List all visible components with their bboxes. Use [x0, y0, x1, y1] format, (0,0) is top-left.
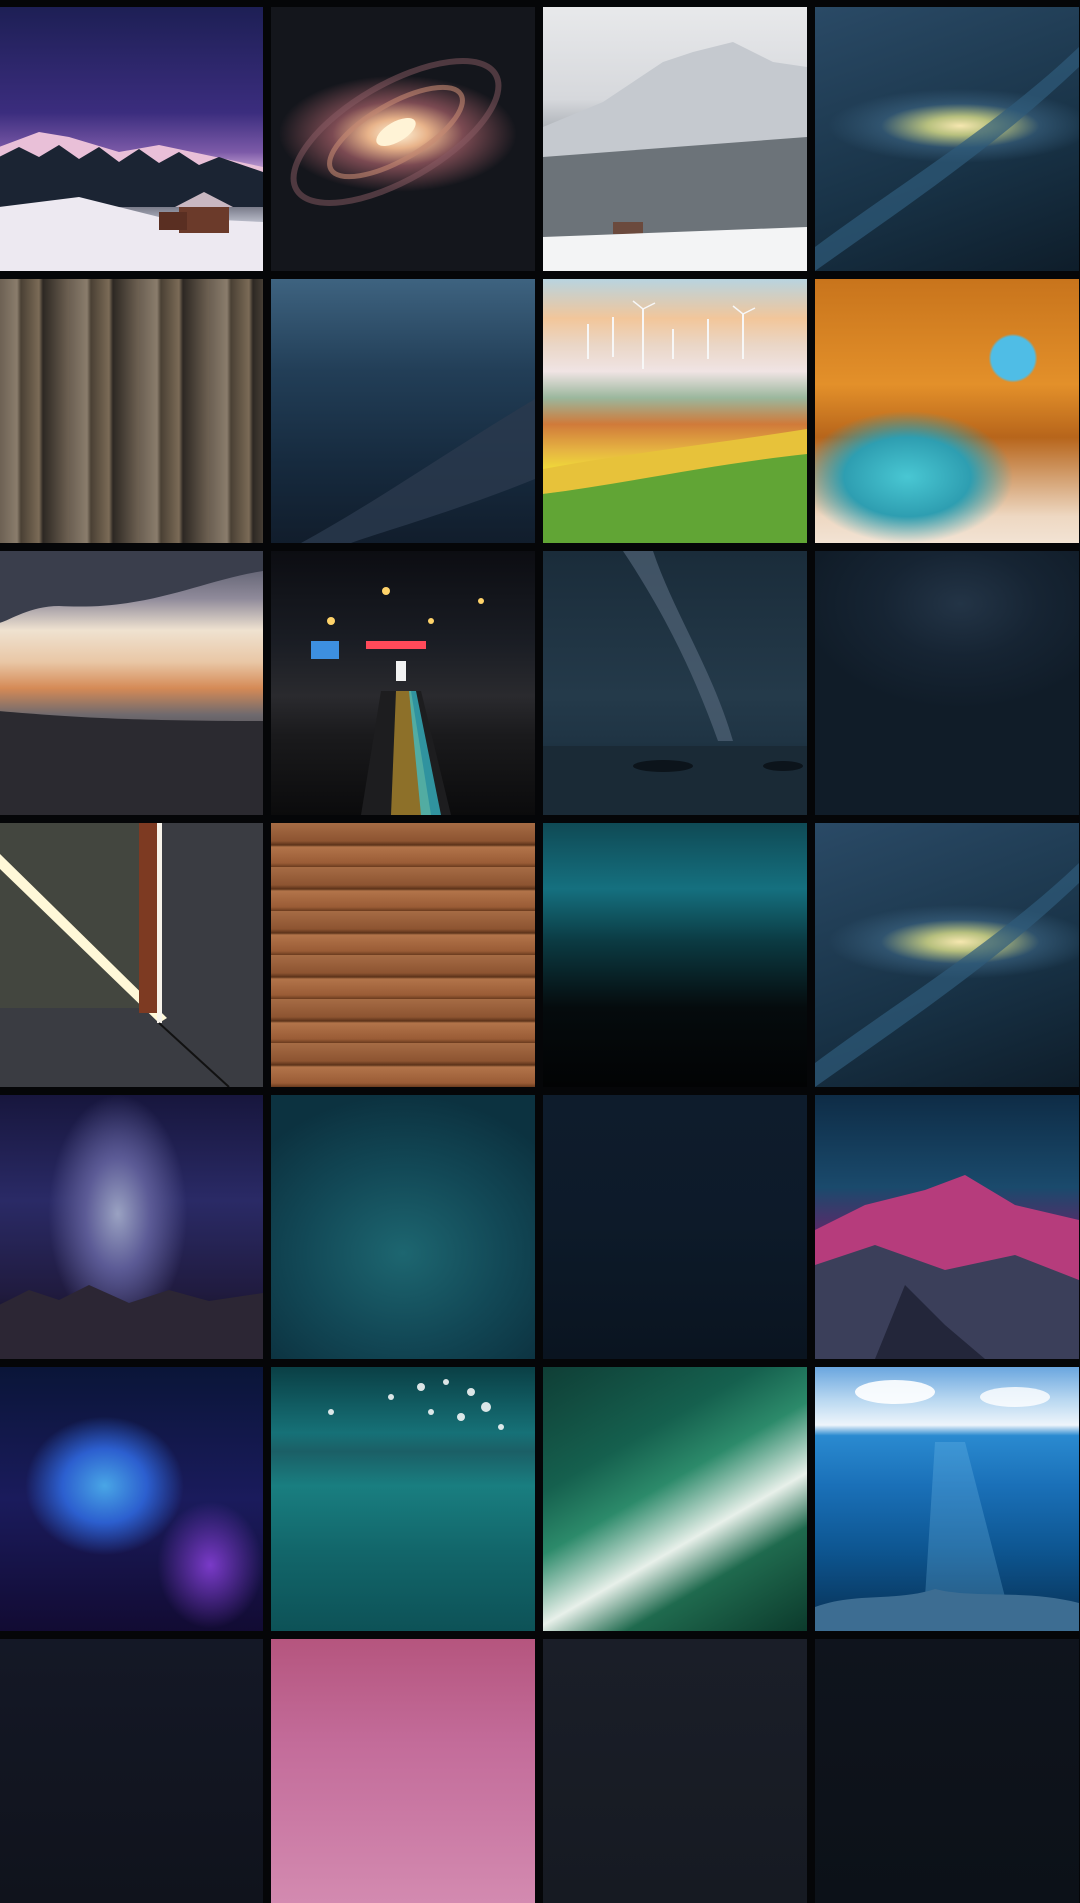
wallpaper-tile-wind-turbines[interactable] [543, 279, 807, 543]
wallpaper-tile-light-slit[interactable] [0, 823, 263, 1087]
bubbles-illustration [328, 1379, 504, 1430]
pink-mountain-illustration [815, 1175, 1079, 1359]
wallpaper-tile-ocean-split[interactable] [815, 1367, 1079, 1631]
wallpaper-tile-dark-gradient[interactable] [815, 551, 1079, 815]
milky-way-sea-illustration [543, 551, 807, 815]
wallpaper-tile-winter-forest[interactable] [543, 7, 807, 271]
galaxy-band [815, 863, 1079, 1087]
wallpaper-tile-dark-blue-sky[interactable] [271, 279, 535, 543]
winter-mountain-illustration [543, 42, 807, 271]
wallpaper-tile-sea-cave[interactable] [815, 279, 1079, 543]
wallpaper-tile-nebula[interactable] [0, 1367, 263, 1631]
wallpaper-tile-dark-starfield[interactable] [543, 1095, 807, 1359]
wallpaper-tile-sunset-shore[interactable] [0, 551, 263, 815]
mountain-silhouette [0, 1285, 263, 1359]
road-lights-illustration [311, 587, 484, 815]
light-slit-illustration [0, 823, 230, 1087]
wallpaper-tile-underwater-surface[interactable] [271, 1367, 535, 1631]
wallpaper-tile-spiral-galaxy[interactable] [271, 7, 535, 271]
clouds-and-shore [0, 551, 263, 815]
ocean-illustration [815, 1380, 1079, 1631]
galaxy-band [815, 47, 1079, 271]
wallpaper-grid [0, 7, 1080, 1903]
wallpaper-tile-city-night-road[interactable] [271, 551, 535, 815]
wallpaper-tile-milky-way-mountains[interactable] [0, 1095, 263, 1359]
galaxy-arms [290, 58, 502, 206]
wallpaper-tile-wood-floor[interactable] [271, 823, 535, 1087]
wallpaper-tile-teal-nebula[interactable] [543, 823, 807, 1087]
wallpaper-tile-teal-gradient[interactable] [271, 1095, 535, 1359]
milky-way-streak [301, 399, 535, 543]
wallpaper-tile-milky-way-sea[interactable] [543, 551, 807, 815]
wallpaper-tile-aerial-wave[interactable] [543, 1367, 807, 1631]
wallpaper-tile-snowy-mountain-cabin[interactable] [0, 7, 263, 271]
wallpaper-tile-wood-panel[interactable] [0, 279, 263, 543]
wallpaper-tile-blue-galaxy-2[interactable] [815, 823, 1079, 1087]
wallpaper-tile-pink-mountain[interactable] [815, 1095, 1079, 1359]
wind-turbines-illustration [543, 300, 807, 543]
wallpaper-tile-blue-galaxy[interactable] [815, 7, 1079, 271]
mountain-cabin-illustration [0, 132, 263, 271]
